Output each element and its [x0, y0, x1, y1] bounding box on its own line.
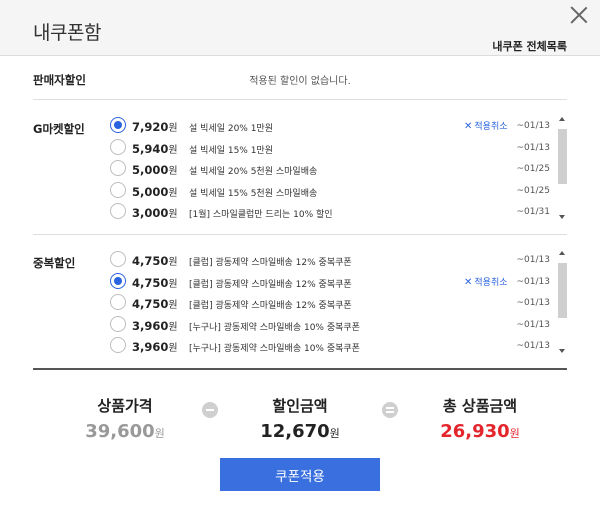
cancel-apply-button[interactable]: ✕ 적용취소 — [464, 119, 508, 132]
coupon-item[interactable]: 4,750원 [클럽] 광동제약 스마일배송 12% 중복쿠폰 ~01/13 — [110, 292, 568, 314]
minus-icon — [202, 402, 218, 418]
coupon-desc: [클럽] 광동제약 스마일배송 12% 중복쿠폰 — [189, 258, 352, 268]
coupon-amount: 4,750 — [132, 297, 169, 311]
coupon-desc: [누구나] 광동제약 스마일배송 10% 중복쿠폰 — [189, 344, 360, 354]
coupon-item[interactable]: 3,960원 [누구나] 광동제약 스마일배송 10% 중복쿠폰 ~01/13 — [110, 314, 568, 336]
coupon-item[interactable]: 4,750원 [클럽] 광동제약 스마일배송 12% 중복쿠폰 ✕ 적용취소 ~0… — [110, 271, 568, 293]
coupon-desc: 설 빅세일 15% 5천원 스마일배송 — [189, 188, 318, 199]
coupon-amount: 5,000 — [132, 163, 169, 177]
coupon-desc: [클럽] 광동제약 스마일배송 12% 중복쿠폰 — [189, 301, 352, 311]
total-price-value: 26,930 — [440, 421, 510, 442]
coupon-radio[interactable] — [110, 117, 126, 133]
coupon-item[interactable]: 5,000원 설 빅세일 20% 5천원 스마일배송 ~01/25 — [110, 158, 568, 180]
discount-amount-value: 12,670 — [260, 421, 330, 442]
scroll-up-icon[interactable] — [559, 251, 565, 255]
coupon-amount: 3,960 — [132, 340, 169, 354]
coupon-amount: 3,960 — [132, 318, 169, 333]
coupon-radio[interactable] — [110, 203, 126, 219]
coupon-date: ~01/13 — [516, 255, 550, 265]
discount-amount-label: 할인금액 — [272, 397, 328, 415]
coupon-radio[interactable] — [110, 251, 126, 267]
discount-amount-block: 할인금액 12,670원 — [235, 395, 365, 442]
coupon-desc: [1월] 스마일클럽만 드리는 10% 할인 — [189, 210, 333, 220]
coupon-amount: 4,750 — [132, 275, 169, 290]
coupon-item[interactable]: 5,000원 설 빅세일 15% 5천원 스마일배송 ~01/25 — [110, 180, 568, 202]
coupon-radio[interactable] — [110, 181, 126, 198]
coupon-amount: 4,750 — [132, 254, 169, 268]
coupon-radio[interactable] — [110, 337, 126, 353]
popup-header: 내쿠폰함 내쿠폰 전체목록 — [0, 0, 600, 56]
product-price-block: 상품가격 39,600원 — [60, 395, 190, 442]
total-price-block: 총 상품금액 26,930원 — [415, 395, 545, 442]
coupon-date: ~01/25 — [516, 164, 550, 174]
coupon-desc: 설 빅세일 15% 1만원 — [189, 145, 273, 156]
total-price-label: 총 상품금액 — [442, 397, 518, 415]
scroll-up-icon[interactable] — [559, 117, 565, 121]
coupon-date: ~01/13 — [516, 276, 550, 287]
product-price-value: 39,600 — [85, 421, 155, 442]
coupon-date: ~01/13 — [516, 298, 550, 308]
section-divider — [33, 99, 567, 100]
coupon-amount: 7,920 — [132, 120, 169, 134]
scrollbar-thumb[interactable] — [558, 263, 567, 318]
close-icon: ✕ — [464, 121, 473, 132]
scrollbar[interactable] — [557, 115, 568, 221]
coupon-item[interactable]: 5,940원 설 빅세일 15% 1만원 ~01/13 — [110, 137, 568, 159]
coupon-date: ~01/13 — [516, 121, 550, 131]
equals-icon — [382, 402, 398, 418]
coupon-radio[interactable] — [110, 315, 126, 332]
seller-discount-empty-text: 적용된 할인이 없습니다. — [249, 76, 351, 87]
coupon-date: ~01/31 — [516, 207, 550, 217]
close-icon: ✕ — [464, 276, 473, 288]
coupon-item[interactable]: 4,750원 [클럽] 광동제약 스마일배송 12% 중복쿠폰 ~01/13 — [110, 249, 568, 271]
apply-coupon-button[interactable]: 쿠폰적용 — [220, 458, 380, 491]
scroll-down-icon[interactable] — [559, 215, 565, 219]
duplicate-discount-label: 중복할인 — [33, 256, 76, 270]
gmarket-discount-label: G마켓할인 — [33, 122, 85, 136]
coupon-radio[interactable] — [110, 160, 126, 176]
coupon-desc: 설 빅세일 20% 5천원 스마일배송 — [189, 167, 318, 177]
coupon-amount: 5,940 — [132, 141, 169, 156]
coupon-date: ~01/13 — [516, 319, 550, 330]
scrollbar[interactable] — [557, 249, 568, 355]
all-coupons-link[interactable]: 내쿠폰 전체목록 — [492, 38, 567, 54]
coupon-item[interactable]: 3,000원 [1월] 스마일클럽만 드리는 10% 할인 ~01/31 — [110, 201, 568, 223]
scroll-down-icon[interactable] — [559, 349, 565, 353]
section-divider — [33, 234, 567, 235]
coupon-radio[interactable] — [110, 294, 126, 310]
gmarket-coupon-list: 7,920원 설 빅세일 20% 1만원 ✕ 적용취소 ~01/13 5,940원… — [110, 115, 568, 223]
coupon-desc: 설 빅세일 20% 1만원 — [189, 124, 273, 134]
coupon-date: ~01/25 — [516, 185, 550, 196]
close-icon[interactable] — [568, 4, 590, 26]
duplicate-coupon-list: 4,750원 [클럽] 광동제약 스마일배송 12% 중복쿠폰 ~01/13 4… — [110, 249, 568, 357]
coupon-radio[interactable] — [110, 272, 126, 289]
coupon-amount: 5,000 — [132, 184, 169, 199]
coupon-item[interactable]: 3,960원 [누구나] 광동제약 스마일배송 10% 중복쿠폰 ~01/13 — [110, 335, 568, 357]
coupon-desc: [클럽] 광동제약 스마일배송 12% 중복쿠폰 — [189, 279, 352, 290]
coupon-item[interactable]: 7,920원 설 빅세일 20% 1만원 ✕ 적용취소 ~01/13 — [110, 115, 568, 137]
cancel-apply-button[interactable]: ✕ 적용취소 — [464, 275, 508, 288]
coupon-amount: 3,000 — [132, 206, 169, 220]
summary-divider — [33, 368, 567, 370]
product-price-label: 상품가격 — [97, 397, 153, 415]
scrollbar-thumb[interactable] — [558, 129, 567, 184]
coupon-date: ~01/13 — [516, 341, 550, 351]
coupon-date: ~01/13 — [516, 142, 550, 153]
coupon-desc: [누구나] 광동제약 스마일배송 10% 중복쿠폰 — [189, 322, 360, 333]
popup-title: 내쿠폰함 — [33, 22, 101, 44]
coupon-radio[interactable] — [110, 138, 126, 155]
